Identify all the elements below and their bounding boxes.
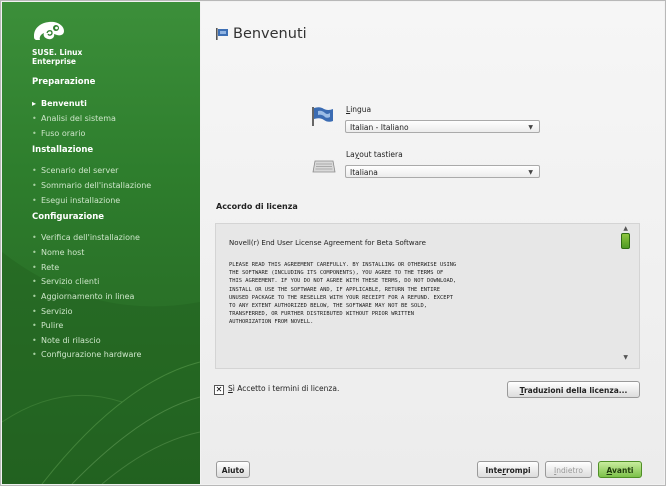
translations-label: raduzioni della licenza...	[523, 386, 628, 395]
license-heading: Accordo di licenza	[216, 202, 298, 211]
bullet-icon: •	[32, 181, 37, 190]
language-label-text: ingua	[350, 105, 372, 114]
sidebar-step-label: Analisi del sistema	[41, 114, 116, 123]
bullet-icon: •	[32, 196, 37, 205]
scroll-up-icon[interactable]: ▲	[623, 225, 628, 232]
bullet-icon: •	[32, 114, 37, 123]
bullet-icon: •	[32, 321, 37, 330]
sidebar-step-label: Note di rilascio	[41, 336, 101, 345]
scroll-down-icon[interactable]: ▼	[623, 354, 628, 361]
license-text-area[interactable]: Novell(r) End User License Agreement for…	[215, 223, 640, 369]
language-label: Lingua	[346, 105, 371, 114]
back-label: ndietro	[556, 466, 583, 475]
sidebar-step-label: Benvenuti	[41, 99, 87, 108]
sidebar-step-hardware[interactable]: • Configurazione hardware	[32, 350, 141, 359]
keyboard-icon	[312, 160, 336, 173]
accept-license-checkbox[interactable]: ✕	[214, 385, 224, 395]
sidebar-step-label: Aggiornamento in linea	[41, 292, 135, 301]
sidebar-step-fuso-orario[interactable]: • Fuso orario	[32, 129, 85, 138]
sidebar-step-pulire[interactable]: • Pulire	[32, 321, 63, 330]
flag-icon	[216, 28, 228, 40]
sidebar-step-label: Scenario del server	[41, 166, 119, 175]
bullet-icon: •	[32, 277, 37, 286]
active-step-marker-icon: ▸	[32, 99, 37, 108]
license-translations-button[interactable]: Traduzioni della licenza...	[507, 381, 640, 398]
bullet-icon: •	[32, 233, 37, 242]
bullet-icon: •	[32, 166, 37, 175]
sidebar-step-label: Nome host	[41, 248, 85, 257]
brand-line-2: Enterprise	[32, 56, 77, 66]
bullet-icon: •	[32, 307, 37, 316]
page-title: Benvenuti	[233, 26, 307, 42]
bullet-icon: •	[32, 350, 37, 359]
abort-button[interactable]: Interrompi	[477, 461, 539, 478]
language-select-value: Italian - Italiano	[350, 123, 409, 132]
keyboard-label-text: out tastiera	[359, 150, 403, 159]
chevron-down-icon: ▼	[528, 124, 533, 131]
sidebar-step-label: Pulire	[41, 321, 64, 330]
bullet-icon: •	[32, 263, 37, 272]
sidebar-step-label: Verifica dell'installazione	[41, 233, 140, 242]
sidebar-step-label: Configurazione hardware	[41, 350, 142, 359]
language-flag-icon	[312, 107, 333, 126]
keyboard-label: Layout tastiera	[346, 150, 403, 159]
section-configurazione: Configurazione	[32, 212, 105, 222]
sidebar-step-label: Servizio	[41, 307, 73, 316]
sidebar-step-verifica[interactable]: • Verifica dell'installazione	[32, 233, 140, 242]
next-label: vanti	[612, 466, 634, 475]
section-installazione: Installazione	[32, 145, 94, 155]
accept-label-text: ì Accetto i termini di licenza.	[232, 384, 340, 393]
sidebar-step-rete[interactable]: • Rete	[32, 263, 59, 272]
sidebar-step-sommario[interactable]: • Sommario dell'installazione	[32, 181, 151, 190]
suse-chameleon-logo	[34, 21, 64, 40]
sidebar-step-label: Fuso orario	[41, 129, 86, 138]
sidebar: SUSE. Linux Enterprise Preparazione ▸ Ben…	[2, 2, 200, 484]
keyboard-select[interactable]: Italiana ▼	[345, 165, 540, 178]
sidebar-step-analisi[interactable]: • Analisi del sistema	[32, 114, 116, 123]
help-button[interactable]: Aiuto	[216, 461, 250, 478]
main-panel: Benvenuti Lingua Italian - Italiano ▼ La…	[201, 2, 664, 484]
abort-label-pre: Inte	[485, 466, 503, 475]
brand-name: SUSE. Linux Enterprise	[32, 48, 82, 66]
accept-license-checkbox-row[interactable]: ✕ Sì Accetto i termini di licenza.	[214, 384, 339, 395]
sidebar-step-nome-host[interactable]: • Nome host	[32, 248, 84, 257]
license-title: Novell(r) End User License Agreement for…	[229, 239, 426, 247]
keyboard-select-value: Italiana	[350, 168, 378, 177]
sidebar-step-note[interactable]: • Note di rilascio	[32, 336, 101, 345]
installer-window: SUSE. Linux Enterprise Preparazione ▸ Ben…	[0, 0, 666, 486]
license-body: PLEASE READ THIS AGREEMENT CAREFULLY. BY…	[229, 262, 457, 326]
abort-label-rest: rompi	[505, 466, 531, 475]
chevron-down-icon: ▼	[528, 169, 533, 176]
sidebar-step-esegui[interactable]: • Esegui installazione	[32, 196, 120, 205]
bullet-icon: •	[32, 336, 37, 345]
bullet-icon: •	[32, 129, 37, 138]
language-select[interactable]: Italian - Italiano ▼	[345, 120, 540, 133]
next-button[interactable]: Avanti	[598, 461, 642, 478]
scrollbar-thumb[interactable]	[621, 233, 630, 249]
sidebar-step-scenario[interactable]: • Scenario del server	[32, 166, 118, 175]
sidebar-step-label: Servizio clienti	[41, 277, 100, 286]
sidebar-step-label: Sommario dell'installazione	[41, 181, 152, 190]
sidebar-step-servizio-clienti[interactable]: • Servizio clienti	[32, 277, 99, 286]
back-button[interactable]: Indietro	[545, 461, 592, 478]
section-preparazione: Preparazione	[32, 77, 96, 87]
sidebar-step-aggiornamento[interactable]: • Aggiornamento in linea	[32, 292, 134, 301]
sidebar-step-benvenuti[interactable]: ▸ Benvenuti	[32, 99, 87, 108]
keyboard-label-prefix: La	[346, 150, 355, 159]
sidebar-step-label: Esegui installazione	[41, 196, 121, 205]
sidebar-decoration	[2, 252, 200, 484]
sidebar-step-label: Rete	[41, 263, 60, 272]
bullet-icon: •	[32, 248, 37, 257]
bullet-icon: •	[32, 292, 37, 301]
sidebar-step-servizio[interactable]: • Servizio	[32, 307, 73, 316]
